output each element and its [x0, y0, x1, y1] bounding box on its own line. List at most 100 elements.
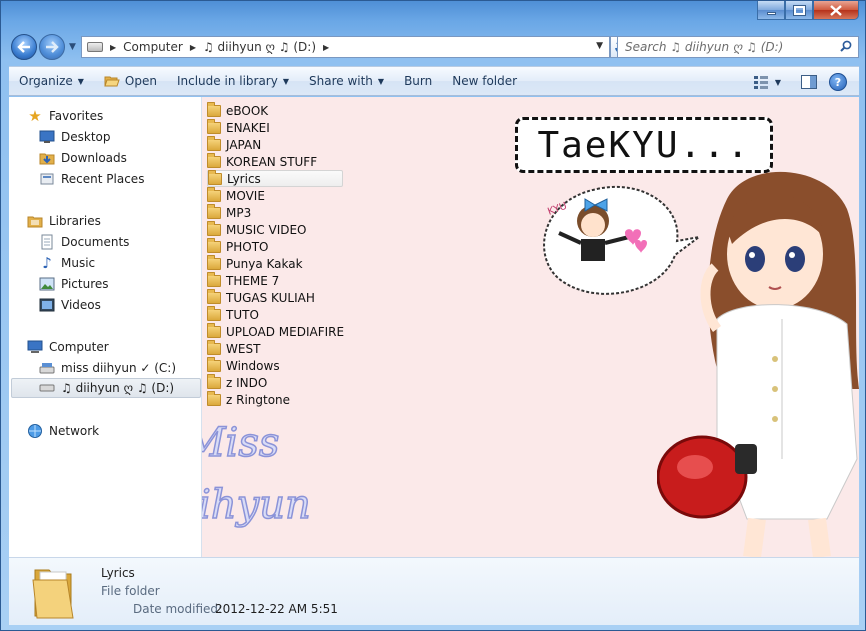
list-item[interactable]: Lyrics — [207, 169, 343, 187]
new-folder-button[interactable]: New folder — [442, 66, 527, 96]
sidebar-item-desktop[interactable]: Desktop — [39, 127, 111, 147]
open-label: Open — [124, 74, 157, 88]
list-item-label: MP3 — [226, 205, 252, 220]
sidebar-item-recent-places[interactable]: Recent Places — [39, 169, 144, 189]
star-icon: ★ — [28, 107, 42, 125]
breadcrumb-drive-d[interactable]: ♫ diihyun ღ ♫ (D:) — [203, 40, 316, 54]
sidebar-item-music[interactable]: ♪ Music — [39, 253, 95, 273]
details-name: Lyrics — [101, 566, 135, 580]
list-item[interactable]: eBOOK — [207, 101, 269, 119]
search-input[interactable]: Search ♫ diihyun ღ ♫ (D:) — [617, 36, 859, 58]
list-item[interactable]: ENAKEI — [207, 118, 270, 136]
chevron-right-icon[interactable]: ▶ — [110, 43, 116, 52]
close-button[interactable] — [813, 1, 859, 20]
folder-icon — [207, 305, 221, 321]
back-button[interactable] — [11, 34, 37, 60]
minimize-button[interactable] — [757, 1, 785, 20]
close-icon — [830, 4, 842, 16]
sidebar-item-network[interactable]: Network — [27, 421, 99, 441]
list-item[interactable]: THEME 7 — [207, 271, 280, 289]
folder-icon — [207, 220, 221, 236]
list-item[interactable]: UPLOAD MEDIAFIRE — [207, 322, 344, 340]
sidebar-item-documents[interactable]: Documents — [39, 232, 129, 252]
list-item[interactable]: KOREAN STUFF — [207, 152, 317, 170]
change-view-icon[interactable] — [753, 75, 769, 89]
chevron-right-icon[interactable]: ▶ — [323, 43, 329, 52]
explorer-window: ▼ ▶ Computer ▶ ♫ diihyun ღ ♫ (D:) ▶ ▼ Se… — [0, 0, 866, 631]
list-item[interactable]: Windows — [207, 356, 280, 374]
include-in-library-label: Include in library — [176, 74, 278, 88]
open-button[interactable]: Open — [94, 66, 167, 96]
organize-button[interactable]: Organize ▼ — [9, 66, 94, 96]
folder-icon — [207, 237, 221, 253]
list-item-label: ENAKEI — [226, 120, 270, 135]
drive-d-icon — [39, 380, 55, 396]
breadcrumb-computer[interactable]: Computer — [123, 40, 183, 54]
list-item[interactable]: TUTO — [207, 305, 259, 323]
list-item[interactable]: MP3 — [207, 203, 252, 221]
sidebar-item-libraries[interactable]: Libraries — [27, 211, 101, 231]
folder-icon — [208, 169, 222, 185]
command-bar: Organize ▼ Open Include in library ▼ Share… — [9, 66, 859, 96]
documents-icon — [39, 234, 55, 250]
libraries-icon — [27, 213, 43, 229]
sidebar-item-drive-d[interactable]: ♫ diihyun ღ ♫ (D:) — [11, 378, 201, 398]
list-item-label: WEST — [226, 341, 261, 356]
pictures-icon — [39, 276, 55, 292]
list-item-label: THEME 7 — [226, 273, 280, 288]
sidebar-item-computer[interactable]: Computer — [27, 337, 109, 357]
caption-buttons — [757, 1, 859, 20]
search-icon[interactable] — [840, 40, 852, 52]
list-item[interactable]: z Ringtone — [207, 390, 291, 408]
list-item[interactable]: MOVIE — [207, 186, 265, 204]
folder-icon — [207, 356, 221, 372]
folder-icon — [207, 390, 221, 406]
list-item[interactable]: Punya Kakak — [207, 254, 303, 272]
recent-pages-dropdown[interactable]: ▼ — [69, 42, 76, 52]
drive-icon — [87, 42, 103, 52]
forward-button[interactable] — [39, 34, 65, 60]
list-item-label: TUGAS KULIAH — [226, 290, 315, 305]
details-type: File folder — [101, 584, 160, 598]
folder-icon — [207, 373, 221, 389]
list-item[interactable]: JAPAN — [207, 135, 262, 153]
include-in-library-button[interactable]: Include in library ▼ — [167, 66, 299, 96]
sidebar-item-videos[interactable]: Videos — [39, 295, 101, 315]
list-item-label: eBOOK — [226, 103, 269, 118]
folder-icon — [207, 288, 221, 304]
computer-icon — [27, 339, 43, 355]
sidebar-item-downloads[interactable]: Downloads — [39, 148, 127, 168]
sidebar-item-label: Music — [61, 256, 96, 270]
file-list-area[interactable]: TaeKYU... KYU iss hyun eBOOK ENAKEI JAPA… — [202, 97, 859, 557]
chevron-right-icon[interactable]: ▶ — [190, 43, 196, 52]
list-item[interactable]: TUGAS KULIAH — [207, 288, 315, 306]
chevron-down-icon[interactable]: ▼ — [775, 78, 781, 87]
folder-icon — [207, 271, 221, 287]
list-item[interactable]: WEST — [207, 339, 261, 357]
chevron-down-icon: ▼ — [77, 76, 84, 86]
navigation-pane: ★ Favorites Desktop Downloads Recent Plac… — [9, 97, 202, 557]
list-item-label: z Ringtone — [226, 392, 291, 407]
share-with-button[interactable]: Share with ▼ — [299, 66, 394, 96]
chevron-down-icon: ▼ — [282, 76, 289, 86]
organize-label: Organize — [19, 74, 73, 88]
list-item-label: MOVIE — [226, 188, 265, 203]
sidebar-item-favorites[interactable]: ★ Favorites — [27, 106, 103, 126]
list-item[interactable]: MUSIC VIDEO — [207, 220, 307, 238]
preview-pane-icon[interactable] — [801, 75, 817, 89]
sidebar-item-label: Favorites — [49, 109, 104, 123]
sidebar-item-drive-c[interactable]: miss diihyun ✓ (C:) — [39, 358, 176, 378]
sidebar-item-pictures[interactable]: Pictures — [39, 274, 109, 294]
address-bar[interactable]: ▶ Computer ▶ ♫ diihyun ღ ♫ (D:) ▶ ▼ — [81, 36, 610, 58]
address-dropdown-icon[interactable]: ▼ — [596, 41, 603, 51]
maximize-button[interactable] — [785, 1, 813, 20]
burn-button[interactable]: Burn — [394, 66, 442, 96]
folder-open-icon — [104, 76, 120, 87]
help-icon[interactable]: ? — [829, 73, 847, 91]
list-item-label: MUSIC VIDEO — [226, 222, 307, 237]
list-item[interactable]: z INDO — [207, 373, 267, 391]
sidebar-item-label: miss diihyun ✓ (C:) — [61, 361, 177, 375]
list-item[interactable]: PHOTO — [207, 237, 268, 255]
burn-label: Burn — [404, 74, 433, 88]
list-item-label: JAPAN — [226, 137, 262, 152]
